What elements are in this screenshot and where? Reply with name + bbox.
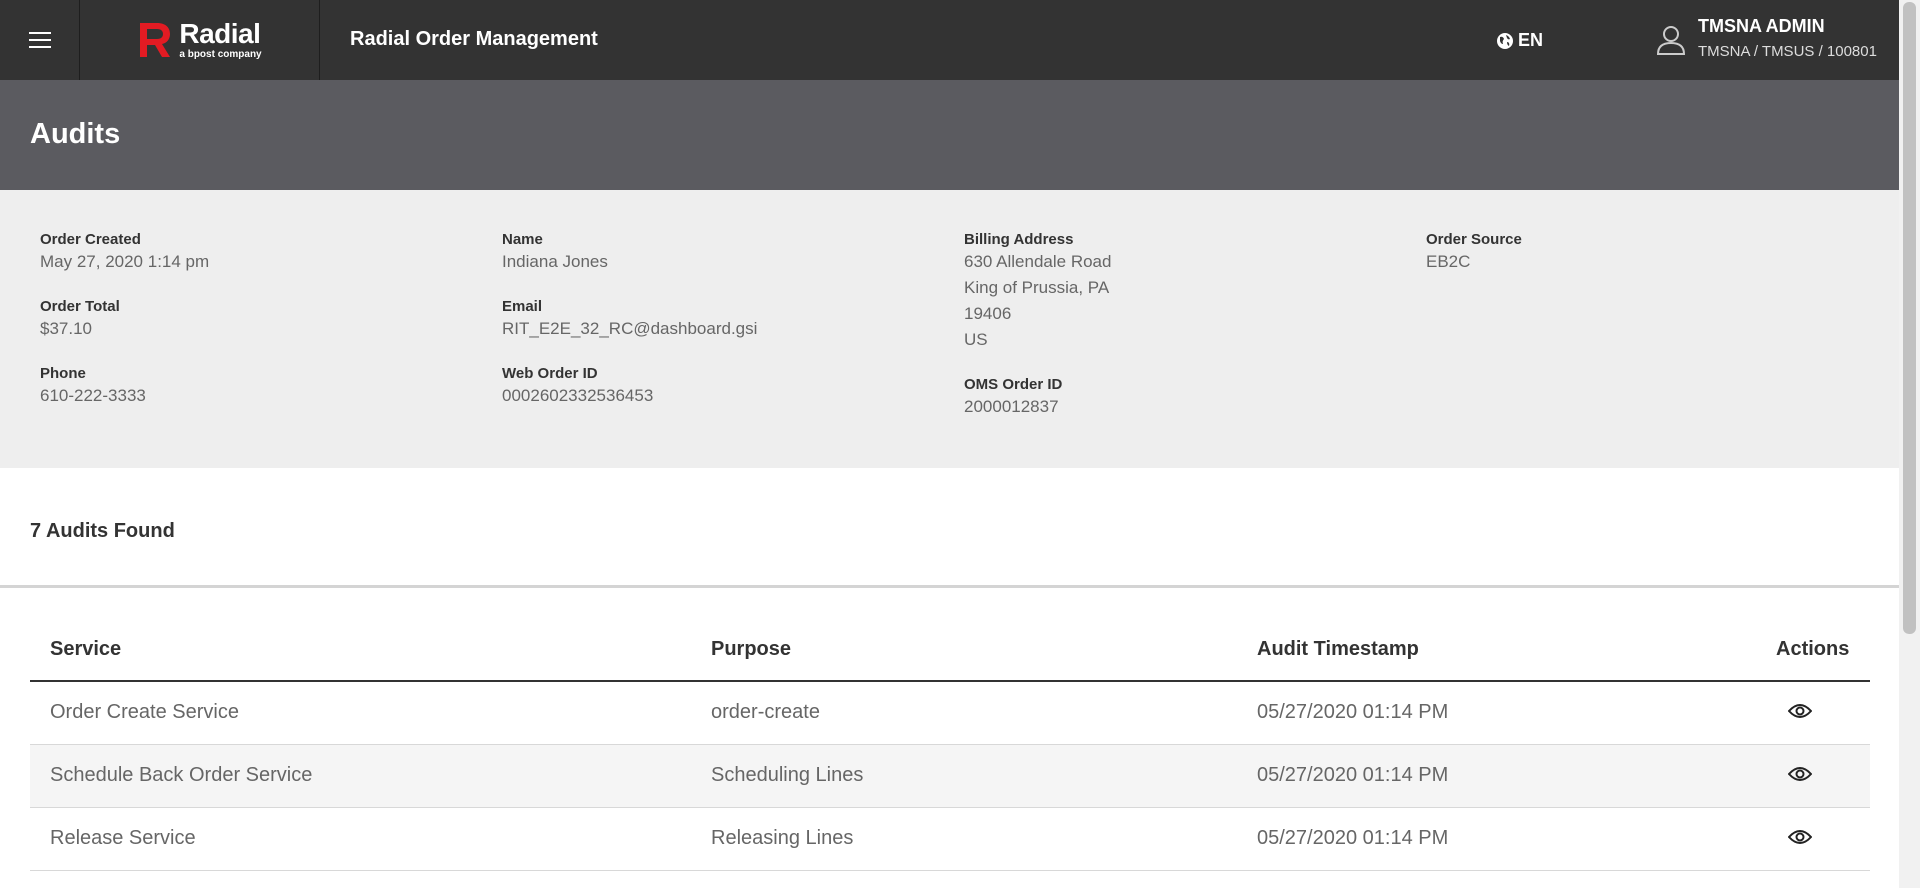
eye-icon[interactable] <box>1788 828 1812 846</box>
user-menu[interactable]: TMSNA ADMIN TMSNA / TMSUS / 100801 <box>1656 16 1877 60</box>
oms-order-id-label: OMS Order ID <box>964 376 1063 393</box>
phone-value: 610-222-3333 <box>40 386 146 405</box>
user-name: TMSNA ADMIN <box>1698 16 1825 36</box>
summary-column-4: Order Source EB2C <box>1426 230 1522 297</box>
billing-address-line: King of Prussia, PA <box>964 278 1110 297</box>
summary-column-1: Order Created May 27, 2020 1:14 pm Order… <box>40 230 209 431</box>
email-value: RIT_E2E_32_RC@dashboard.gsi <box>502 319 758 338</box>
name-value: Indiana Jones <box>502 252 608 271</box>
purpose-cell: order-create <box>711 701 820 723</box>
scrollbar-thumb[interactable] <box>1903 2 1916 634</box>
timestamp-cell: 05/27/2020 01:14 PM <box>1257 827 1449 849</box>
name-label: Name <box>502 231 543 248</box>
order-source-field: Order Source EB2C <box>1426 230 1522 275</box>
page-title: Audits <box>30 118 121 150</box>
purpose-cell: Scheduling Lines <box>711 764 864 786</box>
language-label: EN <box>1518 30 1544 50</box>
user-icon <box>1656 26 1686 55</box>
oms-order-id-value: 2000012837 <box>964 397 1059 416</box>
column-header-timestamp[interactable]: Audit Timestamp <box>1257 638 1419 661</box>
timestamp-cell: 05/27/2020 01:14 PM <box>1257 764 1449 786</box>
billing-address-line: 630 Allendale Road <box>964 252 1112 271</box>
table-row: Order Create Service order-create 05/27/… <box>30 682 1870 745</box>
audits-found-count: 7 Audits Found <box>30 520 175 542</box>
web-order-id-value: 0002602332536453 <box>502 386 654 405</box>
logo-tagline: a bpost company <box>179 49 262 60</box>
table-row: Schedule Back Order Service Scheduling L… <box>30 745 1870 808</box>
audits-table: Service Purpose Audit Timestamp Actions … <box>30 620 1870 871</box>
timestamp-cell: 05/27/2020 01:14 PM <box>1257 701 1449 723</box>
radial-logo-icon <box>140 23 171 57</box>
logo-name: Radial <box>179 18 261 49</box>
web-order-id-field: Web Order ID 0002602332536453 <box>502 364 757 409</box>
summary-column-2: Name Indiana Jones Email RIT_E2E_32_RC@d… <box>502 230 757 431</box>
column-header-purpose[interactable]: Purpose <box>711 638 791 661</box>
name-field: Name Indiana Jones <box>502 230 757 275</box>
order-total-label: Order Total <box>40 298 120 315</box>
service-cell: Schedule Back Order Service <box>50 764 313 786</box>
order-created-field: Order Created May 27, 2020 1:14 pm <box>40 230 209 275</box>
menu-button[interactable] <box>0 0 80 80</box>
logo[interactable]: Radial a bpost company <box>80 0 320 80</box>
service-cell: Order Create Service <box>50 701 239 723</box>
section-divider <box>0 585 1899 588</box>
billing-address-line: 19406 <box>964 304 1012 323</box>
column-header-actions: Actions <box>1776 638 1850 660</box>
table-row: Release Service Releasing Lines 05/27/20… <box>30 808 1870 871</box>
top-bar: Radial a bpost company Radial Order Mana… <box>0 0 1899 80</box>
billing-address-line: US <box>964 330 988 349</box>
email-field: Email RIT_E2E_32_RC@dashboard.gsi <box>502 297 757 342</box>
globe-icon <box>1497 32 1513 49</box>
billing-address-field: Billing Address 630 Allendale Road King … <box>964 230 1111 353</box>
oms-order-id-field: OMS Order ID 2000012837 <box>964 375 1111 420</box>
order-total-field: Order Total $37.10 <box>40 297 209 342</box>
language-selector[interactable]: EN <box>1496 30 1543 51</box>
table-header: Service Purpose Audit Timestamp Actions <box>30 620 1870 682</box>
billing-address-label: Billing Address <box>964 231 1074 248</box>
order-source-label: Order Source <box>1426 231 1522 248</box>
phone-label: Phone <box>40 365 86 382</box>
app-title: Radial Order Management <box>350 28 598 50</box>
order-total-value: $37.10 <box>40 319 92 338</box>
order-created-label: Order Created <box>40 231 141 248</box>
order-created-value: May 27, 2020 1:14 pm <box>40 252 210 271</box>
eye-icon[interactable] <box>1788 765 1812 783</box>
order-summary: Order Created May 27, 2020 1:14 pm Order… <box>0 190 1899 468</box>
summary-column-3: Billing Address 630 Allendale Road King … <box>964 230 1111 442</box>
order-source-value: EB2C <box>1426 252 1471 271</box>
phone-field: Phone 610-222-3333 <box>40 364 209 409</box>
eye-icon[interactable] <box>1788 702 1812 720</box>
user-org: TMSNA / TMSUS / 100801 <box>1698 43 1877 60</box>
purpose-cell: Releasing Lines <box>711 827 854 849</box>
web-order-id-label: Web Order ID <box>502 365 598 382</box>
page-scrollbar[interactable] <box>1899 0 1920 888</box>
hamburger-icon[interactable] <box>28 27 51 53</box>
service-cell: Release Service <box>50 827 196 849</box>
column-header-service[interactable]: Service <box>50 638 121 661</box>
email-label: Email <box>502 298 543 315</box>
page-header: Audits <box>0 80 1899 190</box>
